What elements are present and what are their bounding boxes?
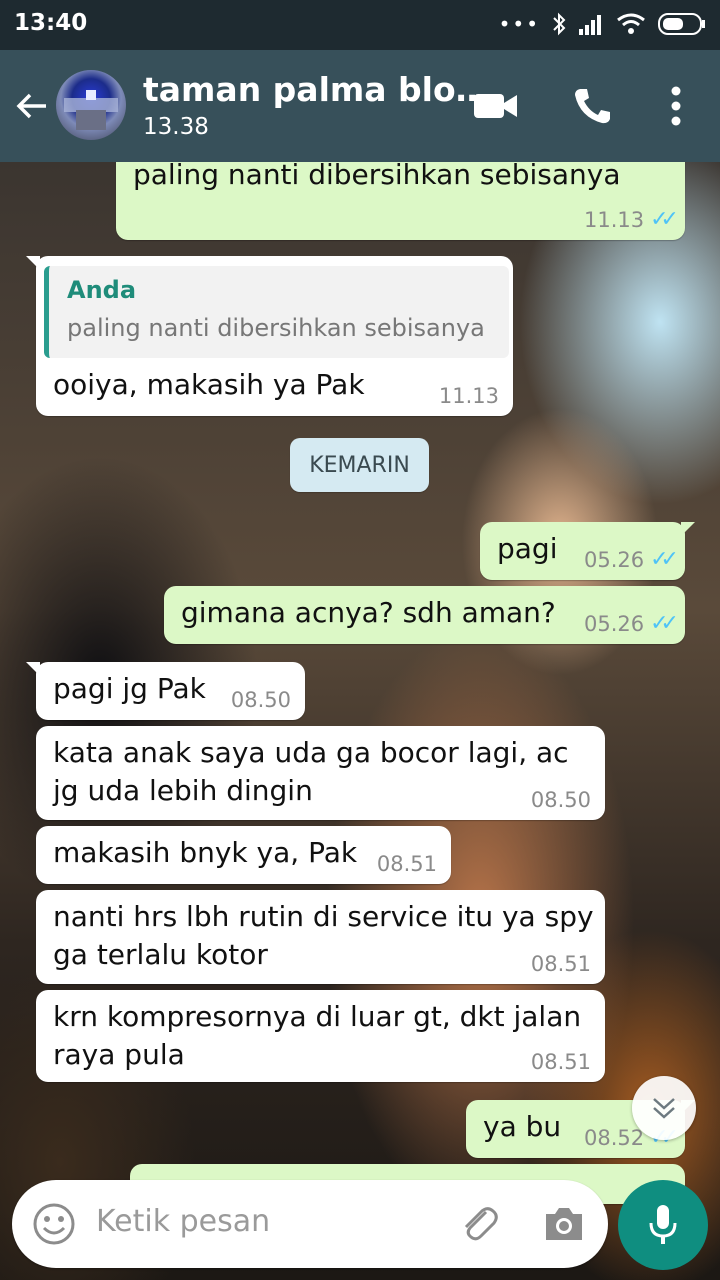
phone-icon[interactable] xyxy=(572,86,612,126)
read-ticks-icon: ✓✓ xyxy=(650,547,679,572)
back-arrow-icon[interactable] xyxy=(14,88,50,124)
signal-icon xyxy=(579,15,601,35)
message-time: 11.13 xyxy=(438,384,499,408)
message-meta: 08.51 xyxy=(531,952,591,976)
mic-icon xyxy=(649,1205,677,1244)
battery-icon xyxy=(658,13,705,35)
message-time: 05.26 xyxy=(584,547,645,572)
emoji-icon[interactable] xyxy=(32,1202,76,1246)
day-separator: KEMARIN xyxy=(290,438,429,492)
wifi-icon xyxy=(617,13,645,34)
message-incoming[interactable]: makasih bnyk ya, Pak 08.51 xyxy=(36,826,451,884)
quoted-message[interactable]: Anda paling nanti dibersihkan sebisanya xyxy=(44,266,509,358)
chat-header: taman palma blo… 13.38 xyxy=(0,50,720,162)
message-text-line1: krn kompresornya di luar gt, dkt jalan xyxy=(53,1000,582,1033)
message-text-line2: ga terlalu kotor xyxy=(53,938,268,971)
message-text: paling nanti dibersihkan sebisanya xyxy=(133,162,621,191)
message-text-line1: kata anak saya uda ga bocor lagi, ac xyxy=(53,736,569,769)
attach-icon[interactable] xyxy=(456,1202,500,1246)
read-ticks-icon: ✓✓ xyxy=(650,207,679,232)
message-outgoing[interactable]: pagi 05.26 ✓✓ xyxy=(480,522,695,580)
camera-icon[interactable] xyxy=(542,1204,586,1244)
message-time: 08.51 xyxy=(530,952,591,976)
more-vert-icon[interactable] xyxy=(670,86,682,126)
message-incoming[interactable]: pagi jg Pak 08.50 xyxy=(26,662,305,720)
video-call-icon[interactable] xyxy=(474,92,518,120)
message-text-line2: jg uda lebih dingin xyxy=(53,774,313,807)
message-outgoing[interactable]: gimana acnya? sdh aman? 05.26 ✓✓ xyxy=(164,586,685,644)
message-meta: 05.26 ✓✓ xyxy=(584,547,679,572)
last-seen[interactable]: 13.38 xyxy=(143,114,209,140)
message-meta: 11.13 ✓✓ xyxy=(584,207,679,232)
message-incoming-reply[interactable]: Anda paling nanti dibersihkan sebisanya … xyxy=(26,256,513,416)
message-text: pagi jg Pak xyxy=(53,672,206,705)
message-text: ooiya, makasih ya Pak xyxy=(53,368,365,401)
message-time: 08.51 xyxy=(376,852,437,876)
message-text-line1: nanti hrs lbh rutin di service itu ya sp… xyxy=(53,900,594,933)
bubble-tail xyxy=(26,662,40,676)
message-incoming[interactable]: nanti hrs lbh rutin di service itu ya sp… xyxy=(36,890,605,984)
status-bar: 13:40 ••• xyxy=(0,0,720,50)
message-time: 08.50 xyxy=(530,788,591,812)
message-time: 08.50 xyxy=(230,688,291,712)
message-meta: 05.26 ✓✓ xyxy=(584,611,679,636)
message-time: 08.51 xyxy=(530,1050,591,1074)
message-outgoing[interactable]: paling nanti dibersihkan sebisanya 11.13… xyxy=(116,162,685,240)
bluetooth-icon xyxy=(553,12,566,36)
double-chevron-down-icon xyxy=(653,1098,675,1119)
message-incoming[interactable]: krn kompresornya di luar gt, dkt jalan r… xyxy=(36,990,605,1082)
message-time: 05.26 xyxy=(584,611,645,636)
message-time: 08.52 xyxy=(584,1125,645,1150)
message-meta: 08.50 xyxy=(231,688,291,712)
chat-area[interactable]: paling nanti dibersihkan sebisanya 11.13… xyxy=(0,162,720,1280)
message-meta: 11.13 xyxy=(439,384,499,408)
message-time: 11.13 xyxy=(584,207,645,232)
message-text: ya bu xyxy=(483,1110,562,1143)
chat-title[interactable]: taman palma blo… xyxy=(143,70,489,109)
mic-button[interactable] xyxy=(618,1180,708,1270)
message-text: gimana acnya? sdh aman? xyxy=(181,596,556,629)
read-ticks-icon: ✓✓ xyxy=(650,611,679,636)
message-text: pagi xyxy=(497,532,558,565)
avatar[interactable] xyxy=(56,70,126,140)
message-text: makasih bnyk ya, Pak xyxy=(53,836,358,869)
bubble-tail xyxy=(681,522,695,536)
status-time: 13:40 xyxy=(14,10,88,36)
message-text-line2: raya pula xyxy=(53,1038,185,1071)
quote-text: paling nanti dibersihkan sebisanya xyxy=(67,314,485,342)
more-dots-icon: ••• xyxy=(498,12,540,36)
scroll-down-button[interactable] xyxy=(632,1076,696,1140)
bubble-tail xyxy=(26,256,40,270)
message-composer[interactable]: Ketik pesan xyxy=(12,1180,608,1268)
status-icons: ••• xyxy=(499,12,706,36)
message-meta: 08.51 xyxy=(531,1050,591,1074)
message-meta: 08.51 xyxy=(377,852,437,876)
quote-author: Anda xyxy=(67,276,137,304)
message-incoming[interactable]: kata anak saya uda ga bocor lagi, ac jg … xyxy=(36,726,605,820)
message-input-placeholder[interactable]: Ketik pesan xyxy=(96,1204,270,1239)
message-meta: 08.50 xyxy=(531,788,591,812)
